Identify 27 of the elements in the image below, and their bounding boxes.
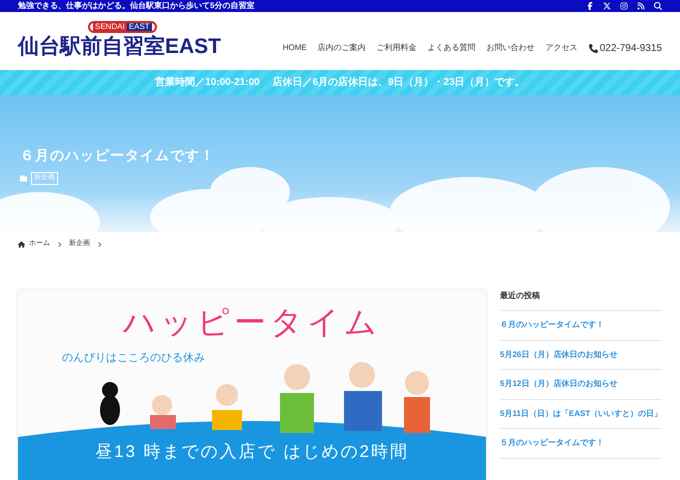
nav-link[interactable]: ご利用料金 [376,42,417,54]
post-title: ６月のハッピータイムです！ [20,146,216,165]
logo-badge-text: SENDAI [93,23,127,31]
phone-number[interactable]: 022-794-9315 [600,40,662,56]
nav-link[interactable]: HOME [282,42,307,54]
search-icon[interactable] [654,2,662,10]
chevron-icon [57,242,62,246]
chevron-icon [97,242,102,246]
image-caption: 昼13 時までの入店で はじめの2時間 [95,440,409,462]
nav-link[interactable]: お問い合わせ [486,42,535,54]
x-icon[interactable] [603,2,611,10]
image-title: ハッピータイム [123,306,381,338]
logo-badge-text: EAST [126,23,152,31]
nav-link[interactable]: よくある質問 [428,42,476,54]
nav-link[interactable]: アクセス [546,42,578,54]
phone-icon [588,44,598,52]
sidebar-heading: 最近の投稿 [500,290,662,311]
instagram-icon[interactable] [620,2,628,10]
rss-icon[interactable] [637,2,645,10]
image-subtitle: のんびりはこころのひる休み [62,351,205,366]
site-logo[interactable]: 仙台駅前自習室EAST [18,33,222,61]
folder-icon [20,174,27,182]
notice-text: 営業時間／10:00-21:00 店休日／6月の店休日は、9日（月）・23日（月）です。 [155,75,525,90]
nav-link[interactable]: 店内のご案内 [318,42,366,54]
facebook-icon[interactable] [586,2,594,10]
home-icon [18,240,25,248]
tagline: 勉強できる、仕事がはかどる。仙台駅東口から歩いて5分の自習室 [18,0,254,12]
